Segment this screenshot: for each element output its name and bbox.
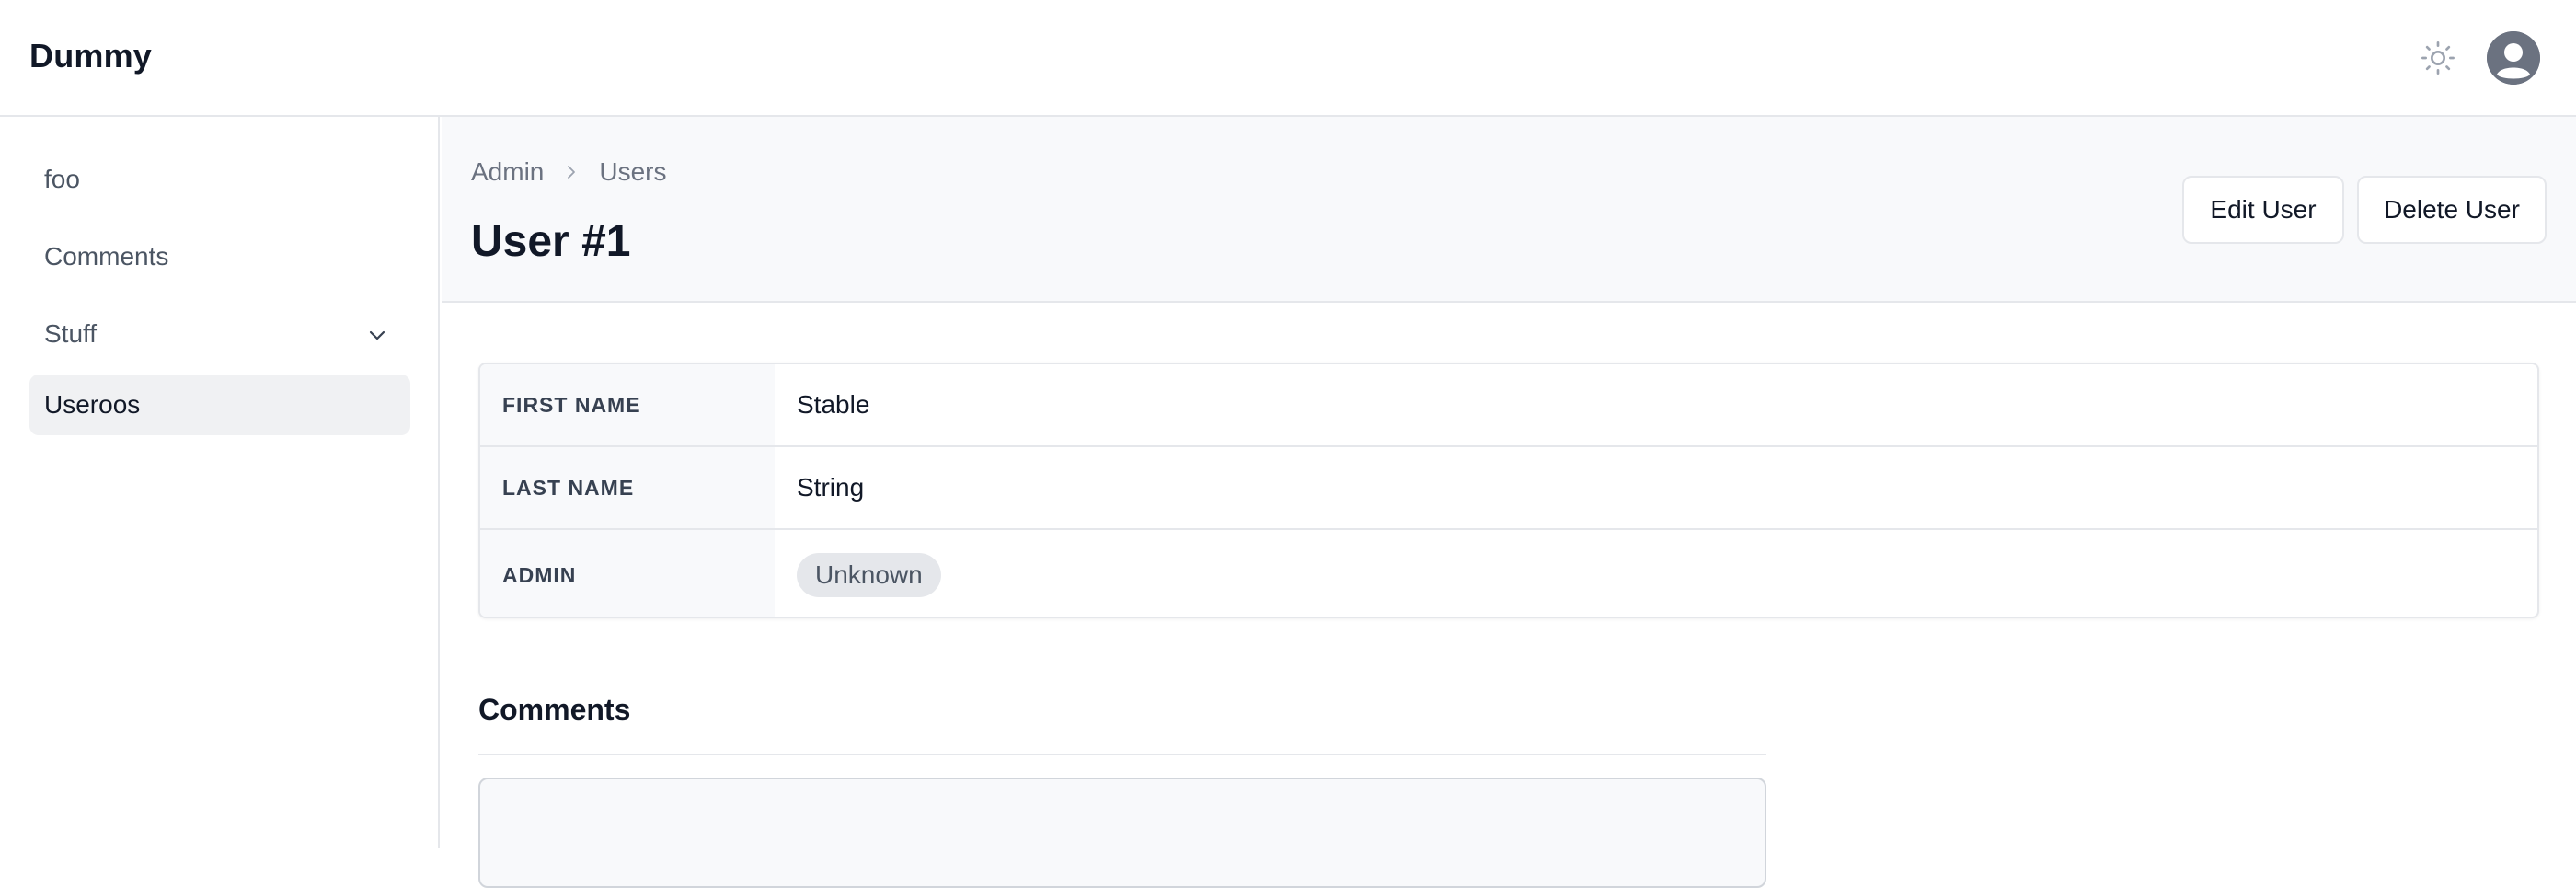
user-avatar-button[interactable]	[2487, 31, 2540, 85]
detail-row-last-name: LAST NAME String	[480, 447, 2537, 530]
user-details-card: FIRST NAME Stable LAST NAME String ADMIN…	[478, 363, 2539, 618]
breadcrumb: Admin Users	[471, 157, 667, 187]
theme-toggle-button[interactable]	[2416, 33, 2460, 83]
detail-row-first-name: FIRST NAME Stable	[480, 364, 2537, 447]
sun-icon	[2421, 41, 2455, 75]
page-header: Admin Users User #1 Edit User Delete Use…	[442, 117, 2576, 303]
detail-value-admin: Unknown	[797, 530, 941, 617]
comments-heading: Comments	[478, 693, 631, 726]
sidebar-item-foo[interactable]: foo	[29, 149, 410, 210]
comments-panel	[478, 778, 1766, 888]
sidebar-item-label: Stuff	[44, 319, 98, 348]
sidebar-item-label: Comments	[44, 242, 169, 271]
divider	[478, 754, 1766, 755]
detail-label: ADMIN	[480, 530, 775, 617]
chevron-right-icon	[568, 166, 576, 179]
user-circle-icon	[2487, 31, 2540, 85]
sidebar-item-stuff[interactable]: Stuff	[29, 304, 410, 364]
edit-user-button[interactable]: Edit User	[2182, 176, 2344, 244]
sidebar: foo Comments Stuff Useroos	[0, 117, 440, 848]
detail-label: LAST NAME	[480, 447, 775, 528]
status-badge: Unknown	[797, 553, 941, 597]
detail-value: String	[797, 473, 865, 502]
chevron-down-icon	[369, 330, 385, 340]
sidebar-item-label: Useroos	[44, 390, 141, 419]
sidebar-item-label: foo	[44, 165, 80, 193]
sidebar-item-comments[interactable]: Comments	[29, 226, 410, 287]
breadcrumb-users[interactable]: Users	[599, 157, 666, 187]
delete-user-button[interactable]: Delete User	[2357, 176, 2547, 244]
main-content: Admin Users User #1 Edit User Delete Use…	[442, 117, 2576, 888]
page-title: User #1	[471, 217, 631, 266]
app-brand[interactable]: Dummy	[29, 37, 152, 75]
detail-row-admin: ADMIN Unknown	[480, 530, 2537, 617]
sidebar-item-useroos[interactable]: Useroos	[29, 375, 410, 435]
breadcrumb-admin[interactable]: Admin	[471, 157, 544, 187]
detail-value: Stable	[797, 390, 870, 419]
detail-label: FIRST NAME	[480, 364, 775, 445]
top-header: Dummy	[0, 0, 2576, 117]
